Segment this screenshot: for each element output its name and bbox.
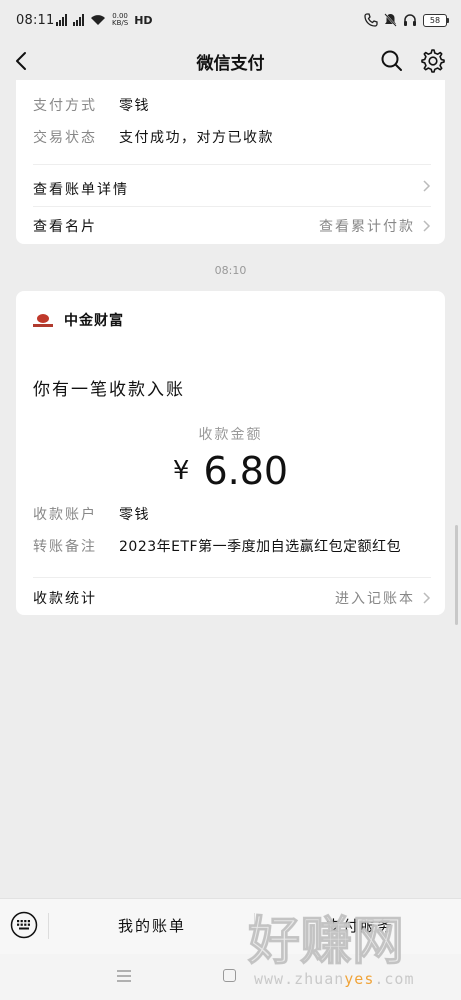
currency-symbol: ¥ bbox=[172, 456, 190, 486]
payment-detail-card: 支付方式 零钱 交易状态 支付成功，对方已收款 查看账单详情 查看名片 查看累计… bbox=[16, 80, 445, 244]
watermark-url-suffix: .com bbox=[374, 970, 415, 988]
signal-icon bbox=[56, 14, 67, 26]
status-right-icons: 58 bbox=[364, 12, 449, 28]
status-time: 08:11 bbox=[16, 13, 55, 28]
detail-label: 支付方式 bbox=[33, 98, 97, 114]
watermark-text: 好赚网 bbox=[247, 912, 405, 972]
call-icon bbox=[364, 13, 378, 27]
headphones-icon bbox=[404, 14, 416, 26]
chevron-right-icon bbox=[423, 180, 431, 192]
gear-icon[interactable] bbox=[420, 48, 446, 74]
ledger-link-label: 进入记账本 bbox=[335, 591, 415, 607]
merchant-header: 中金财富 bbox=[32, 309, 124, 331]
detail-value: 零钱 bbox=[119, 98, 150, 114]
notice-label: 收款账户 bbox=[33, 507, 97, 523]
keyboard-icon[interactable] bbox=[10, 911, 38, 939]
scrollbar[interactable] bbox=[455, 525, 458, 625]
bill-detail-link[interactable]: 查看账单详情 bbox=[33, 169, 431, 207]
watermark-url-highlight: yes bbox=[344, 970, 375, 988]
message-timestamp: 08:10 bbox=[214, 264, 247, 277]
menu-icon[interactable] bbox=[116, 970, 132, 982]
watermark-url-prefix: www.zhuan bbox=[254, 970, 345, 988]
home-icon[interactable] bbox=[223, 969, 236, 982]
amount-value: ¥6.80 bbox=[16, 449, 445, 493]
search-icon[interactable] bbox=[379, 48, 405, 74]
chevron-right-icon bbox=[423, 220, 431, 232]
cumulative-payment-label: 查看累计付款 bbox=[319, 219, 415, 235]
net-speed: 0.00 KB/S bbox=[112, 13, 128, 27]
notice-headline: 你有一笔收款入账 bbox=[33, 380, 185, 400]
notice-value: 2023年ETF第一季度加自选赢红包定额红包 bbox=[119, 539, 402, 555]
chevron-right-icon bbox=[423, 592, 431, 604]
receipt-notice-card[interactable]: 中金财富 你有一笔收款入账 收款金额 ¥6.80 收款账户 零钱 转账备注 20… bbox=[16, 291, 445, 615]
status-left-icons: 0.00 KB/S HD bbox=[56, 12, 153, 28]
business-card-label: 查看名片 bbox=[33, 219, 97, 235]
signal-icon-2 bbox=[73, 14, 84, 26]
tab-my-bills[interactable]: 我的账单 bbox=[118, 915, 186, 936]
detail-value: 支付成功，对方已收款 bbox=[119, 130, 274, 146]
receipt-stats-link[interactable]: 收款统计 进入记账本 bbox=[33, 578, 431, 616]
watermark-url: www.zhuanyes.com bbox=[254, 970, 415, 988]
merchant-name: 中金财富 bbox=[64, 313, 124, 329]
amount-number: 6.80 bbox=[203, 449, 289, 493]
hd-badge: HD bbox=[134, 13, 153, 27]
wifi-icon bbox=[91, 15, 105, 25]
net-speed-unit: KB/S bbox=[112, 19, 129, 27]
status-bar: 08:11 0.00 KB/S HD 58 bbox=[0, 0, 461, 42]
nav-bar: 微信支付 bbox=[0, 42, 461, 80]
notice-label: 转账备注 bbox=[33, 539, 97, 555]
merchant-logo bbox=[32, 309, 54, 331]
receipt-stats-label: 收款统计 bbox=[33, 591, 97, 607]
amount-label: 收款金额 bbox=[198, 427, 263, 443]
battery-indicator: 58 bbox=[423, 13, 449, 27]
separator bbox=[48, 913, 49, 939]
site-watermark: 好赚网 www.zhuanyes.com bbox=[247, 912, 448, 1000]
detail-label: 交易状态 bbox=[33, 130, 97, 146]
business-card-link[interactable]: 查看名片 查看累计付款 bbox=[33, 206, 431, 244]
bill-detail-label: 查看账单详情 bbox=[33, 182, 129, 198]
notice-value: 零钱 bbox=[119, 507, 150, 523]
divider bbox=[33, 164, 431, 165]
mute-bell-icon bbox=[384, 13, 397, 27]
